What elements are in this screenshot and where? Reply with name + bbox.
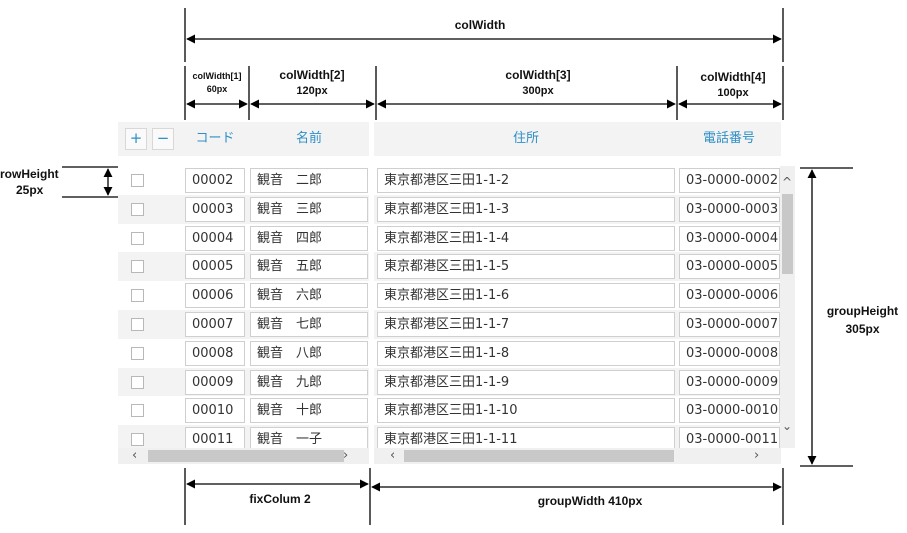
scroll-left-icon[interactable]: ‹: [390, 448, 395, 464]
header-code[interactable]: コード: [184, 122, 246, 156]
scroll-right-icon[interactable]: ›: [754, 448, 759, 464]
remove-row-button[interactable]: −: [152, 128, 174, 150]
colwidth-1-value: 60px: [206, 84, 228, 94]
rowheight-value: 25px: [16, 183, 44, 197]
colwidth-1-label: colWidth[1]: [192, 71, 242, 81]
fixcolumn-label: fixColum 2: [249, 492, 311, 506]
rowheight-label: rowHeight: [0, 167, 59, 181]
header-phone[interactable]: 電話番号: [678, 122, 780, 156]
colwidth-3-label: colWidth[3]: [505, 68, 571, 82]
groupwidth-label: groupWidth 410px: [537, 494, 643, 508]
vscroll-thumb[interactable]: [782, 194, 793, 274]
groupheight-label: groupHeight: [826, 304, 899, 318]
vertical-scrollbar[interactable]: ^ ⌄: [780, 166, 795, 448]
colwidth-2-label: colWidth[2]: [279, 68, 345, 82]
fixed-horizontal-scrollbar[interactable]: ‹ ›: [118, 448, 369, 464]
scroll-down-icon[interactable]: ⌄: [782, 418, 792, 434]
scroll-up-icon[interactable]: ^: [782, 174, 792, 190]
main-hscroll-thumb[interactable]: [404, 450, 674, 462]
header-name[interactable]: 名前: [249, 122, 369, 156]
colwidth-label: colWidth: [454, 18, 506, 32]
colwidth-2-value: 120px: [296, 85, 328, 97]
colwidth-3-value: 300px: [522, 85, 554, 97]
main-horizontal-scrollbar[interactable]: ‹ ›: [374, 448, 781, 464]
scroll-left-icon[interactable]: ‹: [132, 448, 137, 464]
add-row-button[interactable]: +: [125, 128, 147, 150]
colwidth-4-label: colWidth[4]: [700, 70, 766, 84]
colwidth-4-value: 100px: [717, 87, 749, 99]
header-address[interactable]: 住所: [376, 122, 676, 156]
fixed-hscroll-thumb[interactable]: [148, 450, 344, 462]
scroll-right-icon[interactable]: ›: [343, 448, 348, 464]
groupheight-value: 305px: [845, 322, 880, 336]
